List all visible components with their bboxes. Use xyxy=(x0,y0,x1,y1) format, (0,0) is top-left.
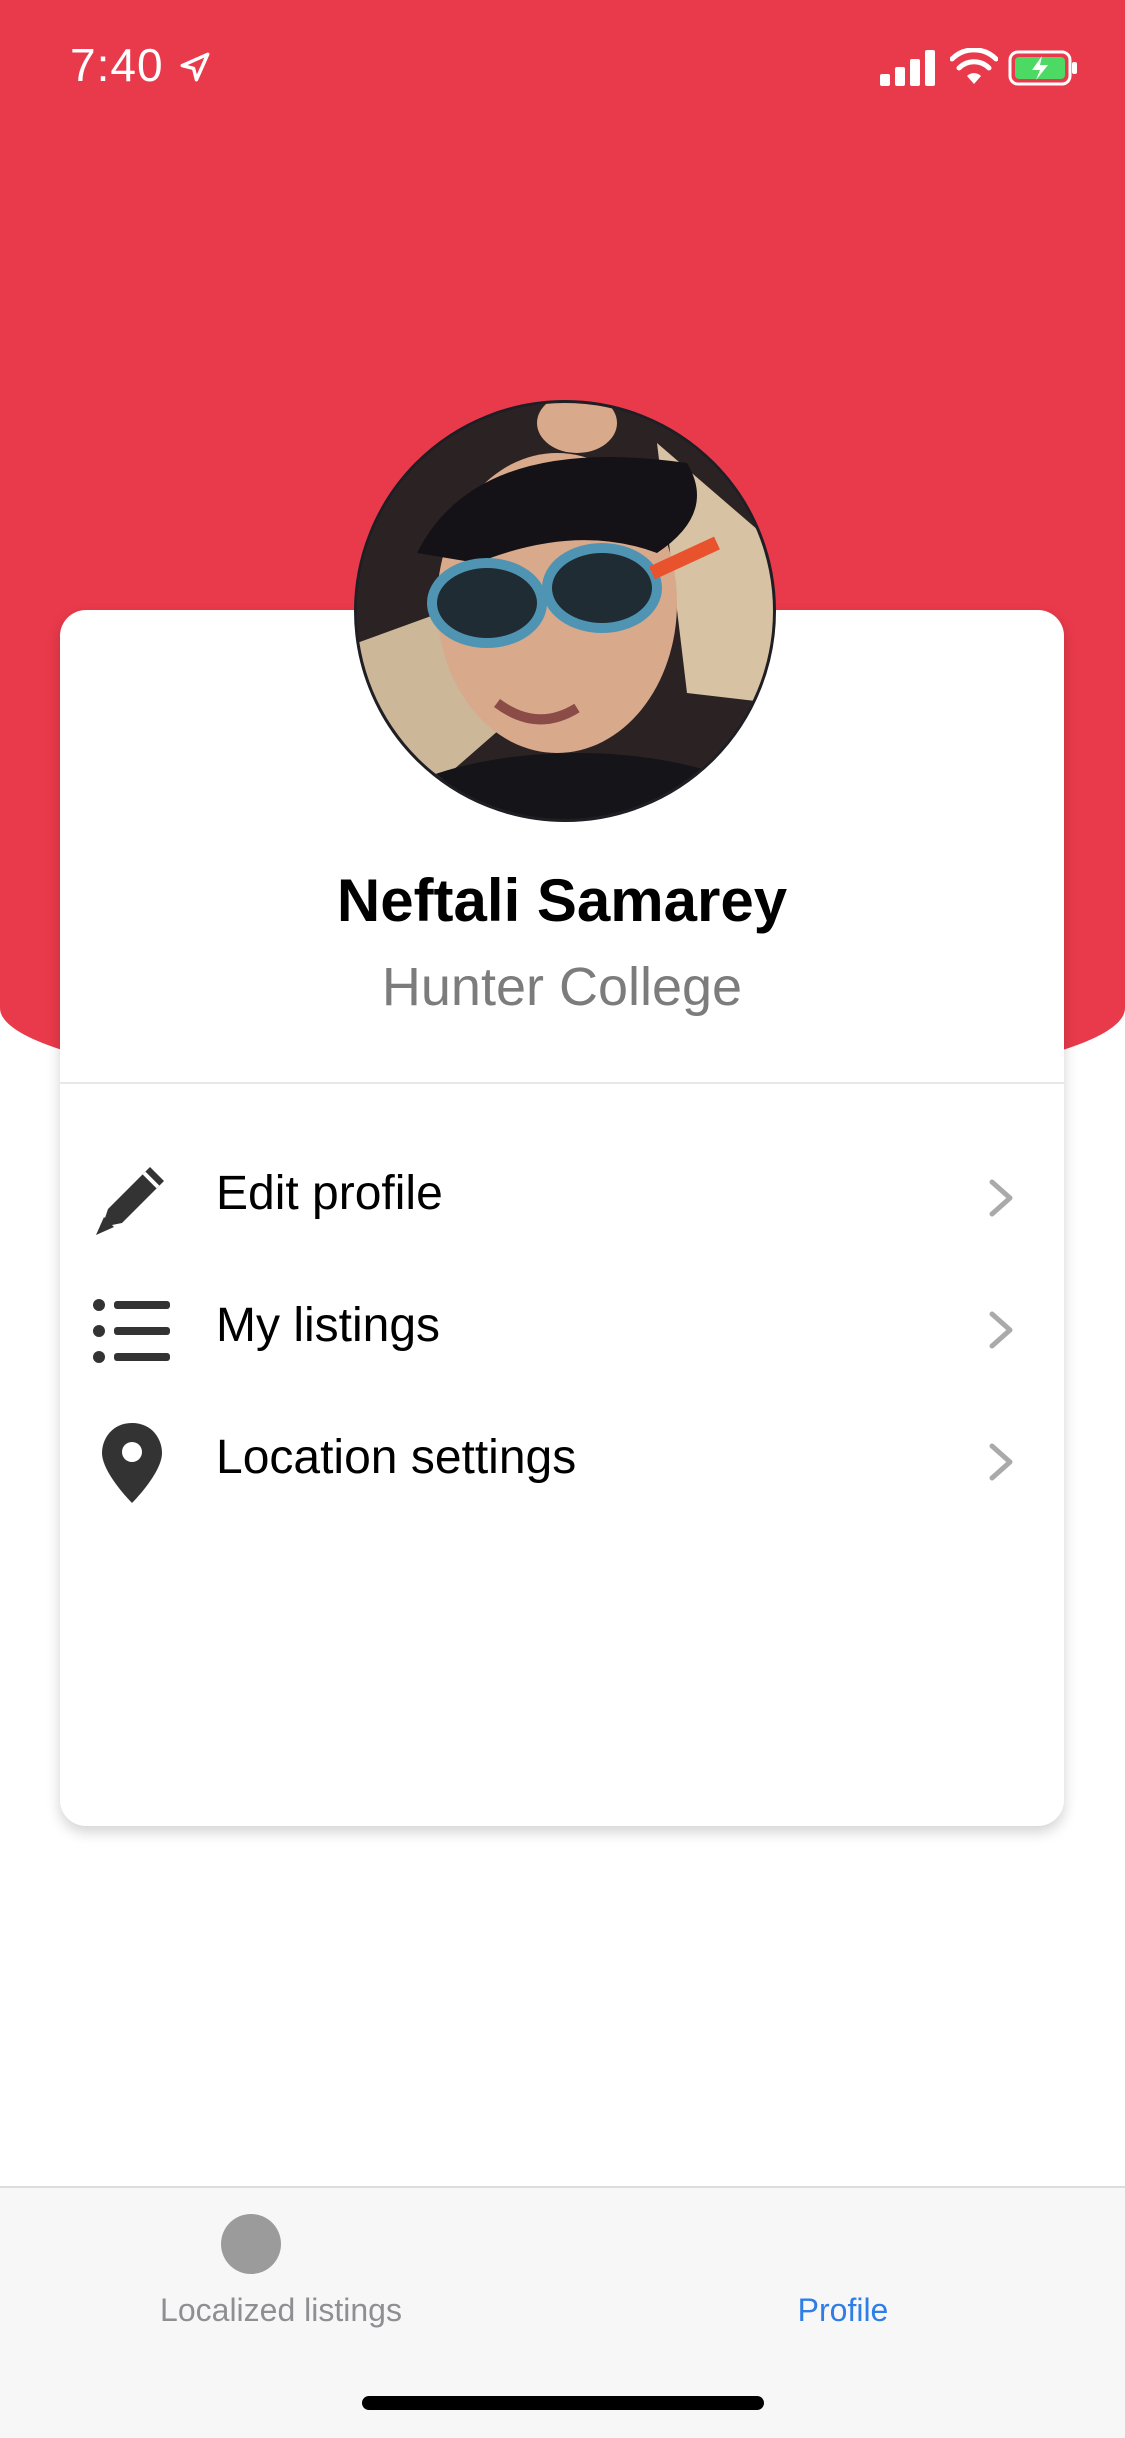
profile-name: Neftali Samarey xyxy=(336,867,788,934)
profile-school: Hunter College xyxy=(381,957,743,1017)
status-bar: 7:40 xyxy=(0,0,1125,140)
divider xyxy=(60,1082,1064,1084)
tab-profile[interactable]: Profile xyxy=(562,2188,1124,2348)
tab-label-localized-listings: Localized listings xyxy=(160,2292,402,2328)
tab-localized-listings[interactable]: Localized listings xyxy=(0,2188,562,2348)
chevron-right-icon xyxy=(989,1443,1013,1481)
menu-label-edit-profile: Edit profile xyxy=(216,1167,443,1220)
home-indicator xyxy=(362,2396,764,2410)
edit-profile-item[interactable]: Edit profile xyxy=(60,1132,1064,1262)
location-settings-item[interactable]: Location settings xyxy=(60,1396,1064,1526)
wifi-icon xyxy=(950,48,998,84)
status-time: 7:40 xyxy=(70,39,164,91)
menu-label-location-settings: Location settings xyxy=(216,1431,577,1484)
menu-label-my-listings: My listings xyxy=(216,1299,441,1352)
location-arrow-icon xyxy=(180,52,210,82)
my-listings-item[interactable]: My listings xyxy=(60,1264,1064,1394)
signal-icon xyxy=(880,50,935,86)
pencil-icon xyxy=(96,1167,164,1235)
chevron-right-icon xyxy=(989,1179,1013,1217)
map-pin-icon xyxy=(102,1423,162,1503)
chevron-right-icon xyxy=(989,1311,1013,1349)
avatar[interactable] xyxy=(354,400,776,822)
localized-listings-icon xyxy=(221,2214,281,2274)
list-icon xyxy=(93,1299,170,1363)
battery-charging-icon xyxy=(1008,50,1077,86)
tab-label-profile: Profile xyxy=(797,2292,889,2328)
profile-photo xyxy=(357,403,773,819)
